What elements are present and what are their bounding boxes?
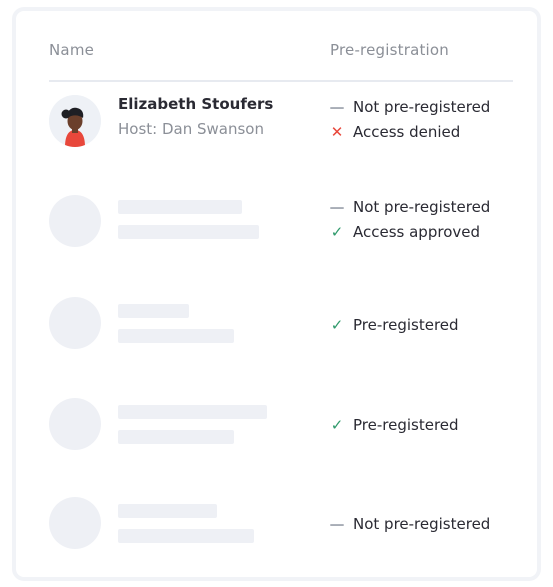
skeleton-host bbox=[118, 329, 234, 343]
skeleton-host bbox=[118, 225, 259, 239]
status-access: ✓ Access approved bbox=[328, 222, 480, 242]
visitor-list-card: Name Pre-registration Elizabeth Stoufers… bbox=[12, 7, 541, 581]
check-icon: ✓ bbox=[330, 416, 344, 434]
visitor-host: Host: Dan Swanson bbox=[118, 120, 264, 138]
dash-icon: — bbox=[329, 515, 345, 533]
avatar-placeholder bbox=[49, 497, 101, 549]
status-text: Pre-registered bbox=[353, 416, 459, 434]
check-icon: ✓ bbox=[330, 316, 344, 334]
skeleton-host bbox=[118, 529, 254, 543]
status-text: Not pre-registered bbox=[353, 515, 491, 533]
column-header-name: Name bbox=[49, 41, 95, 59]
skeleton-name bbox=[118, 304, 189, 318]
column-header-pre-registration: Pre-registration bbox=[330, 41, 450, 59]
table-row[interactable]: ✓ Pre-registered bbox=[49, 297, 513, 357]
avatar-placeholder bbox=[49, 195, 101, 247]
dash-icon: — bbox=[329, 98, 345, 116]
avatar-placeholder bbox=[49, 297, 101, 349]
table-header: Name Pre-registration bbox=[49, 35, 513, 82]
status-pre-registration: — Not pre-registered bbox=[328, 97, 491, 117]
status-text: Access approved bbox=[353, 223, 480, 241]
status-access: ✕ Access denied bbox=[328, 122, 461, 142]
skeleton-host bbox=[118, 430, 234, 444]
avatar-placeholder bbox=[49, 398, 101, 450]
table-row[interactable]: ✓ Pre-registered bbox=[49, 398, 513, 458]
skeleton-name bbox=[118, 405, 267, 419]
x-icon: ✕ bbox=[330, 123, 344, 141]
person-avatar-icon bbox=[49, 95, 101, 147]
table-row[interactable]: — Not pre-registered bbox=[49, 497, 513, 557]
status-text: Access denied bbox=[353, 123, 461, 141]
status-text: Pre-registered bbox=[353, 316, 459, 334]
skeleton-name bbox=[118, 504, 217, 518]
check-icon: ✓ bbox=[330, 223, 344, 241]
skeleton-name bbox=[118, 200, 242, 214]
status-pre-registration: ✓ Pre-registered bbox=[328, 315, 459, 335]
visitor-name: Elizabeth Stoufers bbox=[118, 95, 274, 113]
dash-icon: — bbox=[329, 198, 345, 216]
table-row[interactable]: — Not pre-registered ✓ Access approved bbox=[49, 195, 513, 255]
status-pre-registration: — Not pre-registered bbox=[328, 514, 491, 534]
status-pre-registration: ✓ Pre-registered bbox=[328, 415, 459, 435]
table-row[interactable]: Elizabeth Stoufers Host: Dan Swanson — N… bbox=[49, 95, 513, 155]
status-text: Not pre-registered bbox=[353, 98, 491, 116]
status-text: Not pre-registered bbox=[353, 198, 491, 216]
status-pre-registration: — Not pre-registered bbox=[328, 197, 491, 217]
page: Name Pre-registration Elizabeth Stoufers… bbox=[0, 0, 553, 587]
avatar bbox=[49, 95, 101, 147]
